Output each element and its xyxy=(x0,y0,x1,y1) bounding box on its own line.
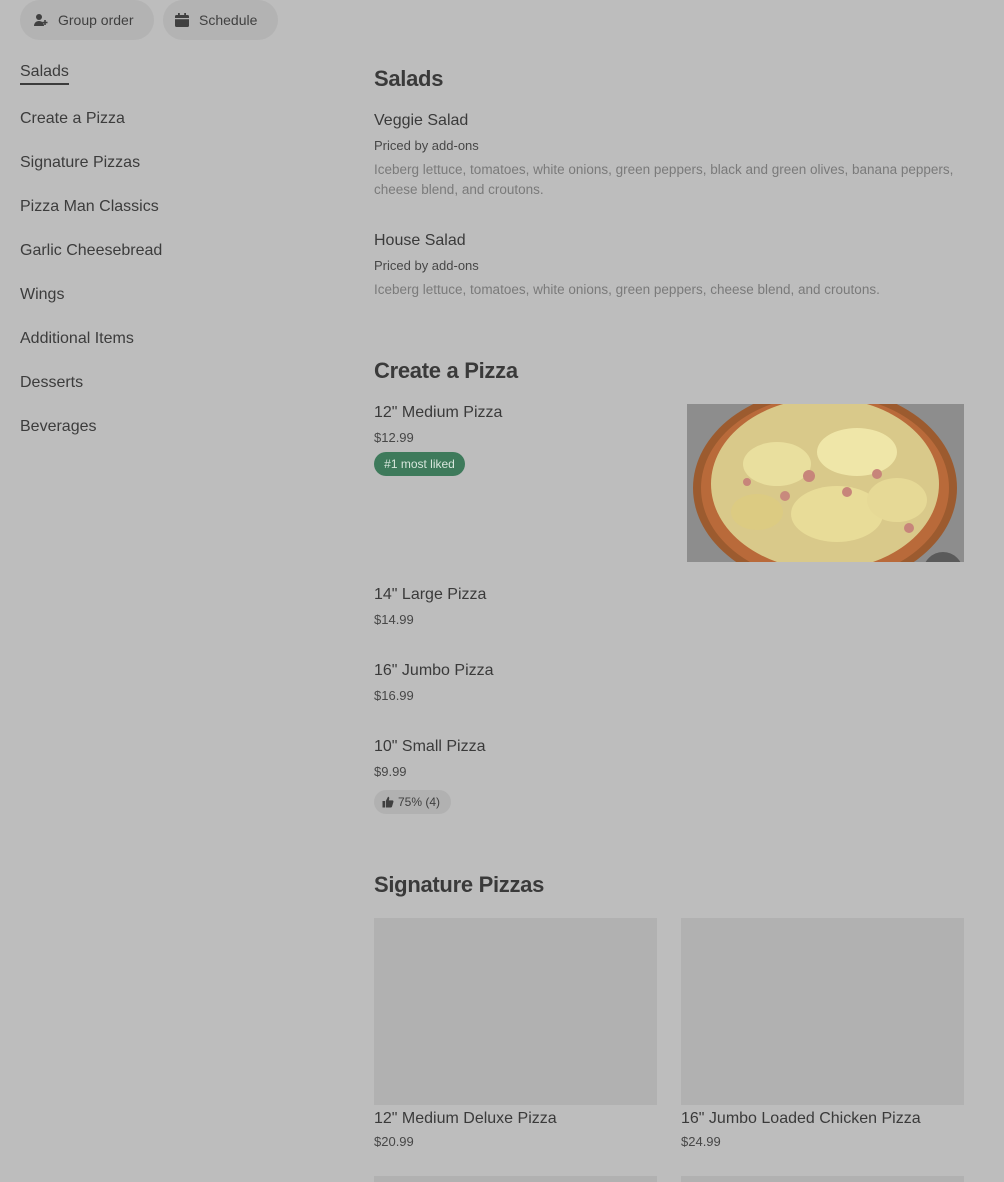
item-price: $20.99 xyxy=(374,1134,414,1149)
sidebar-item-desserts[interactable]: Desserts xyxy=(20,374,83,392)
schedule-label: Schedule xyxy=(199,12,258,28)
item-image-placeholder[interactable] xyxy=(681,1176,964,1182)
section-title-signature-pizzas: Signature Pizzas xyxy=(374,872,545,897)
sidebar-item-additional-items[interactable]: Additional Items xyxy=(20,330,134,348)
thumbs-up-icon xyxy=(382,796,394,808)
item-name[interactable]: 10" Small Pizza xyxy=(374,738,486,756)
sidebar-item-beverages[interactable]: Beverages xyxy=(20,418,97,436)
item-name[interactable]: 16" Jumbo Pizza xyxy=(374,662,494,680)
item-price: Priced by add-ons xyxy=(374,138,479,153)
item-price: $14.99 xyxy=(374,612,414,627)
sidebar-item-pizza-man-classics[interactable]: Pizza Man Classics xyxy=(20,198,159,216)
most-liked-badge: #1 most liked xyxy=(374,452,465,476)
item-price: Priced by add-ons xyxy=(374,258,479,273)
item-price: $24.99 xyxy=(681,1134,721,1149)
item-name[interactable]: 12" Medium Deluxe Pizza xyxy=(374,1110,557,1128)
section-title-salads: Salads xyxy=(374,66,444,91)
calendar-icon xyxy=(175,13,189,27)
add-person-icon xyxy=(34,14,48,26)
rating-badge: 75% (4) xyxy=(374,790,451,814)
sidebar-item-wings[interactable]: Wings xyxy=(20,286,64,304)
item-name[interactable]: 16" Jumbo Loaded Chicken Pizza xyxy=(681,1110,921,1128)
rating-text: 75% (4) xyxy=(398,795,441,809)
item-image-placeholder[interactable] xyxy=(374,918,657,1105)
sidebar-item-create-a-pizza[interactable]: Create a Pizza xyxy=(20,110,125,128)
item-name[interactable]: House Salad xyxy=(374,232,466,250)
item-description: Iceberg lettuce, tomatoes, white onions,… xyxy=(374,162,954,197)
section-title-create-a-pizza: Create a Pizza xyxy=(374,358,518,383)
item-image-placeholder[interactable] xyxy=(681,918,964,1105)
item-image-placeholder[interactable] xyxy=(374,1176,657,1182)
schedule-button[interactable]: Schedule xyxy=(163,0,278,40)
item-name[interactable]: Veggie Salad xyxy=(374,112,468,130)
sidebar-item-salads[interactable]: Salads xyxy=(20,63,69,85)
item-name[interactable]: 14" Large Pizza xyxy=(374,586,486,604)
item-price: $12.99 xyxy=(374,430,414,445)
item-name[interactable]: 12" Medium Pizza xyxy=(374,404,502,422)
item-price: $16.99 xyxy=(374,688,414,703)
group-order-label: Group order xyxy=(58,12,134,28)
item-price: $9.99 xyxy=(374,764,407,779)
sidebar-item-signature-pizzas[interactable]: Signature Pizzas xyxy=(20,154,140,172)
group-order-button[interactable]: Group order xyxy=(20,0,154,40)
pizza-illustration xyxy=(687,404,964,562)
item-description: Iceberg lettuce, tomatoes, white onions,… xyxy=(374,282,880,297)
pizza-image[interactable] xyxy=(687,404,964,562)
sidebar-item-garlic-cheesebread[interactable]: Garlic Cheesebread xyxy=(20,242,162,260)
